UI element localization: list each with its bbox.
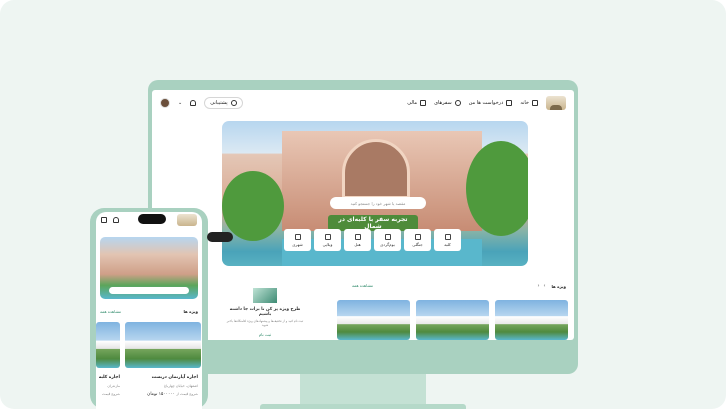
tree-image xyxy=(222,171,284,241)
featured-cards xyxy=(337,300,568,340)
nav-trips[interactable]: سفرهای xyxy=(434,100,461,106)
category-cabin[interactable]: کلبه xyxy=(434,229,461,251)
phone-screen: ویژه ها مشاهده همه اجاره آپارتمان دربست … xyxy=(96,212,202,409)
nav-home[interactable]: خانه xyxy=(520,100,538,106)
phone-featured-header: ویژه ها مشاهده همه xyxy=(100,309,198,314)
category-city[interactable]: شهری xyxy=(284,229,311,251)
villa-icon xyxy=(324,233,331,240)
bank-icon xyxy=(420,100,427,106)
arrow-left-icon[interactable]: ‹ xyxy=(537,283,539,289)
featured-title: ویژه ها xyxy=(551,283,566,289)
brand-logo[interactable] xyxy=(546,96,566,110)
card-price-note: شروع قیمت xyxy=(102,392,120,396)
phone-card1-info: اجاره آپارتمان دربست اصفهان، خیابان چهار… xyxy=(122,374,198,399)
headset-icon xyxy=(230,100,237,106)
listing-card[interactable] xyxy=(96,322,120,368)
support-button[interactable]: پشتیبانی xyxy=(204,97,243,109)
card-title: اجاره کلبه xyxy=(98,375,120,380)
phone-notch xyxy=(138,214,166,224)
phone-search-input[interactable] xyxy=(109,287,189,294)
listing-card[interactable] xyxy=(125,322,201,368)
carousel-arrows: › ‹ xyxy=(537,283,545,289)
ecolodge-icon xyxy=(384,233,391,240)
cabin-icon xyxy=(444,233,451,240)
category-hotel[interactable]: هتل xyxy=(344,229,371,251)
hero-banner: تجربه سفر با کلبه‌ای در شمال مقصد یا شهر… xyxy=(222,121,528,266)
promo-title: طرح ویژه پر کن تا برات جا داشته باشیم xyxy=(229,307,301,317)
card-price: ۱۵۰۰۰۰۰ تومان xyxy=(147,392,175,397)
brand-logo[interactable] xyxy=(177,214,197,226)
listing-card[interactable] xyxy=(495,300,568,340)
monitor-stand-base xyxy=(260,404,466,409)
top-navigation: خانه درخواست ها من سفرهای مالی پشتیبانی … xyxy=(152,90,574,116)
document-icon xyxy=(506,100,513,106)
phone-see-all-link[interactable]: مشاهده همه xyxy=(100,309,121,314)
city-icon xyxy=(294,233,301,240)
tree-icon xyxy=(414,233,421,240)
promo-desc: ثبت نام کنید و از تخفیف‌ها و پیشنهادهای … xyxy=(226,319,304,327)
home-icon xyxy=(532,100,538,106)
see-all-link[interactable]: مشاهده همه xyxy=(352,283,373,289)
bell-icon[interactable] xyxy=(113,217,119,223)
card-location: مازندران xyxy=(107,384,120,388)
nav-requests[interactable]: درخواست ها من xyxy=(469,100,513,106)
phone-hero-banner xyxy=(100,237,198,299)
hero-search-input[interactable]: مقصد یا شهر خود را جستجو کنید xyxy=(330,197,426,209)
bell-icon[interactable] xyxy=(190,100,197,106)
hotel-icon xyxy=(354,233,361,240)
menu-icon[interactable] xyxy=(101,217,107,223)
nav-finance[interactable]: مالی xyxy=(407,100,427,106)
arrow-right-icon[interactable]: › xyxy=(543,283,545,289)
featured-section-header: ویژه ها › ‹ مشاهده همه xyxy=(352,283,566,289)
card-price-note: شروع قیمت از xyxy=(176,392,198,396)
listing-card[interactable] xyxy=(416,300,489,340)
phone-card2-info: اجاره کلبه مازندران شروع قیمت xyxy=(96,374,120,398)
promo-box: طرح ویژه پر کن تا برات جا داشته باشیم ثب… xyxy=(224,288,306,338)
desktop-screen: خانه درخواست ها من سفرهای مالی پشتیبانی … xyxy=(152,90,574,340)
phone-featured-title: ویژه ها xyxy=(183,309,198,314)
hero-arch-image xyxy=(342,139,410,199)
chevron-down-icon[interactable]: ⌄ xyxy=(178,100,182,106)
category-row: کلبه جنگلی بوم‌گردی هتل ویلایی شهری xyxy=(284,229,461,251)
category-ecolodge[interactable]: بوم‌گردی xyxy=(374,229,401,251)
promo-illustration xyxy=(253,288,277,303)
tree-image xyxy=(466,141,528,236)
category-forest[interactable]: جنگلی xyxy=(404,229,431,251)
phone-cards xyxy=(96,322,201,368)
dark-pill-decoration xyxy=(207,232,233,242)
promo-link[interactable]: ثبت نام xyxy=(224,332,306,337)
card-location: اصفهان، خیابان چهارباغ xyxy=(164,384,198,388)
listing-card[interactable] xyxy=(337,300,410,340)
bag-icon xyxy=(454,100,461,106)
user-avatar[interactable] xyxy=(160,98,170,108)
card-title: اجاره آپارتمان دربست xyxy=(151,375,198,380)
category-villa[interactable]: ویلایی xyxy=(314,229,341,251)
